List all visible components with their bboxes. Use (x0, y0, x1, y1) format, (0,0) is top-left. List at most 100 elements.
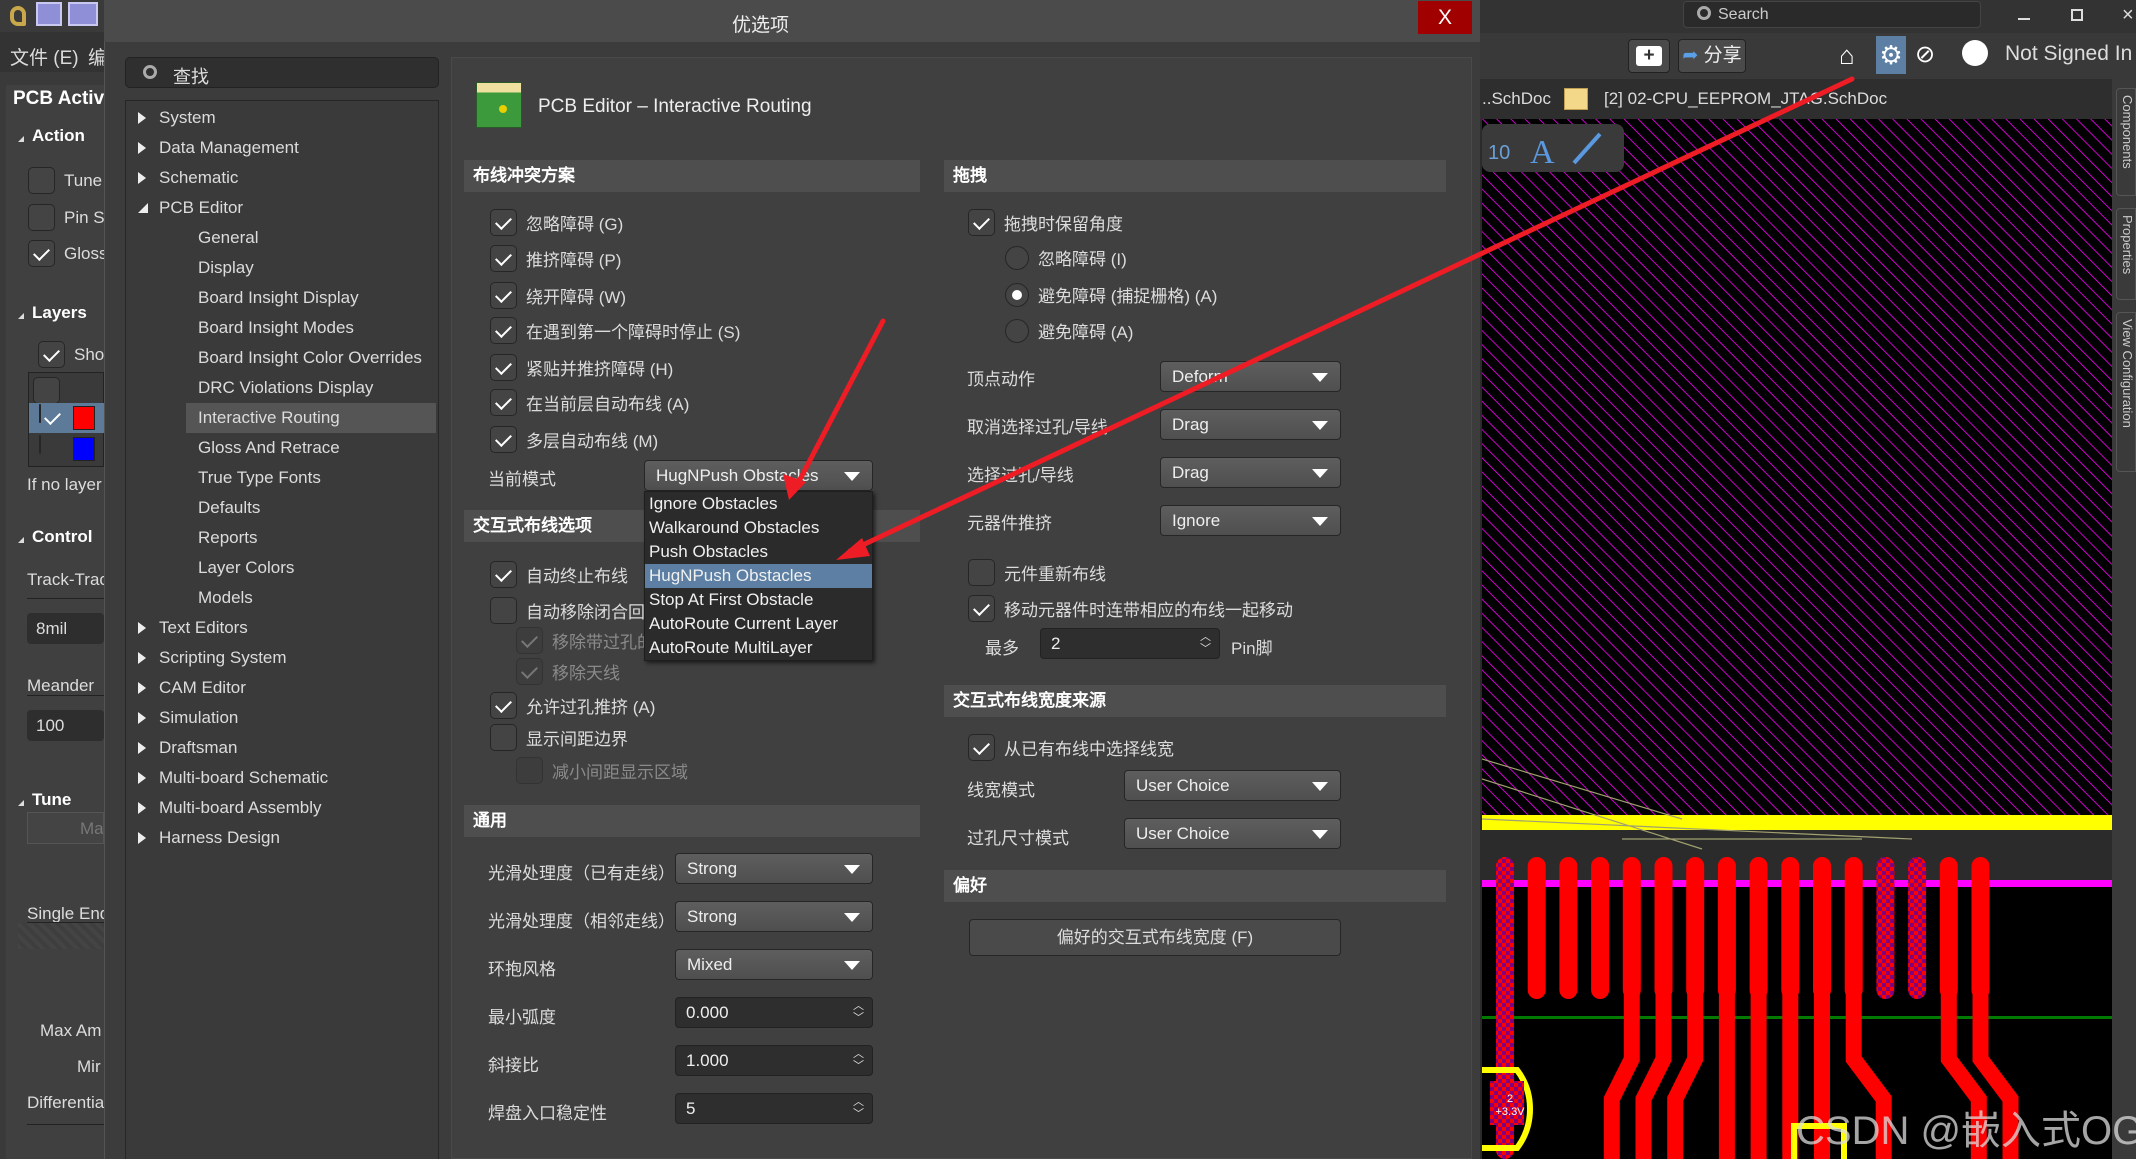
add-comment-button[interactable]: + (1628, 39, 1670, 73)
tree-item[interactable]: Board Insight Modes (186, 313, 436, 343)
save-icon[interactable] (36, 2, 62, 26)
restore-button[interactable] (2071, 9, 2083, 21)
smd-pad[interactable] (1749, 857, 1768, 999)
tree-item[interactable]: Draftsman (126, 733, 438, 763)
radio[interactable] (1005, 318, 1029, 343)
checkbox[interactable] (516, 757, 543, 784)
mode-option[interactable]: AutoRoute MultiLayer (645, 636, 872, 660)
checkbox[interactable] (490, 282, 517, 309)
section-tune[interactable]: Tune (32, 790, 71, 810)
expand-icon[interactable] (138, 832, 146, 844)
checkbox[interactable] (490, 426, 517, 453)
checkbox[interactable] (490, 692, 517, 719)
expand-icon[interactable] (138, 712, 146, 724)
tree-item[interactable]: Multi-board Schematic (126, 763, 438, 793)
conflict-option-checkbox[interactable]: 忽略障碍 (G) (490, 209, 623, 236)
checkbox[interactable] (28, 204, 55, 231)
tree-item[interactable]: Multi-board Assembly (126, 793, 438, 823)
mode-option[interactable]: Push Obstacles (645, 540, 872, 564)
tree-item[interactable]: Models (186, 583, 436, 613)
collapse-icon[interactable] (18, 136, 24, 142)
min-arc-spinner[interactable]: 0.000 ︿ ﹀ (675, 997, 873, 1028)
width-mode-dropdown[interactable]: User Choice (1124, 770, 1341, 801)
user-status[interactable]: Not Signed In (2005, 42, 2132, 66)
expand-icon[interactable] (138, 112, 146, 124)
favorite-widths-button[interactable]: 偏好的交互式布线宽度 (F) (969, 919, 1341, 956)
spinner-arrows-icon[interactable]: ︿ ﹀ (853, 1048, 864, 1072)
spinner-arrows-icon[interactable]: ︿ ﹀ (853, 1000, 864, 1024)
smooth-existing-dropdown[interactable]: Strong (675, 853, 873, 884)
via-mode-dropdown[interactable]: User Choice (1124, 818, 1341, 849)
doc-tab[interactable]: [2] 02-CPU_EEPROM_JTAG.SchDoc (1604, 89, 1887, 109)
checkbox[interactable] (490, 561, 517, 588)
pad-entry-spinner[interactable]: 5 ︿ ﹀ (675, 1093, 873, 1124)
pcb-canvas[interactable]: 10 A 2 +3.3V (1482, 119, 2112, 1159)
smd-pad[interactable] (1717, 857, 1736, 999)
eye-slash-icon[interactable]: ⊘ (1915, 40, 1935, 69)
doc-tab[interactable]: ..SchDoc (1482, 89, 1551, 109)
tree-item[interactable]: System (126, 103, 438, 133)
checkbox[interactable] (490, 354, 517, 381)
user-icon[interactable] (1962, 40, 1988, 66)
smd-pad[interactable] (1844, 857, 1863, 999)
checkbox[interactable] (516, 658, 543, 685)
hug-style-dropdown[interactable]: Mixed (675, 949, 873, 980)
dialog-titlebar[interactable] (104, 0, 1480, 42)
drag-radio[interactable]: 避免障碍 (A) (1005, 318, 1133, 343)
checkbox[interactable] (490, 245, 517, 272)
checkbox[interactable] (490, 597, 517, 624)
expand-icon[interactable] (138, 772, 146, 784)
menu-edit[interactable]: 编 (88, 43, 104, 70)
section-control[interactable]: Control (32, 527, 92, 547)
remove-antennas-checkbox[interactable]: 移除天线 (516, 658, 620, 685)
tree-item[interactable]: Data Management (126, 133, 438, 163)
expand-icon[interactable] (138, 802, 146, 814)
unselected-dropdown[interactable]: Drag (1160, 409, 1341, 440)
floating-toolbar[interactable]: 10 A (1482, 124, 1624, 172)
conflict-option-checkbox[interactable]: 多层自动布线 (M) (490, 426, 658, 453)
show-clearance-checkbox[interactable]: 显示间距边界 (490, 724, 628, 751)
section-layers[interactable]: Layers (32, 303, 87, 323)
reduce-clearance-checkbox[interactable]: 减小间距显示区域 (516, 757, 688, 784)
settings-button[interactable]: ⚙ (1876, 36, 1906, 74)
radio[interactable] (1005, 245, 1029, 270)
spinner-arrows-icon[interactable]: ︿ ﹀ (1200, 631, 1211, 655)
smd-pad[interactable] (1559, 857, 1578, 999)
checkbox[interactable] (490, 317, 517, 344)
checkbox[interactable] (490, 209, 517, 236)
tree-item[interactable]: CAM Editor (126, 673, 438, 703)
collapse-icon[interactable] (18, 800, 24, 806)
smooth-adjacent-dropdown[interactable]: Strong (675, 901, 873, 932)
smd-pad[interactable] (1527, 857, 1546, 999)
selected-dropdown[interactable]: Drag (1160, 457, 1341, 488)
radio[interactable] (1005, 282, 1029, 307)
dock-tab-components[interactable]: Components (2116, 88, 2136, 196)
conflict-option-checkbox[interactable]: 绕开障碍 (W) (490, 282, 626, 309)
dialog-close-button[interactable]: X (1418, 1, 1472, 34)
action-item[interactable]: Gloss (28, 240, 114, 267)
expand-icon[interactable] (138, 682, 146, 694)
tree-item[interactable]: Gloss And Retrace (186, 433, 436, 463)
drag-radio[interactable]: 避免障碍 (捕捉栅格) (A) (1005, 282, 1217, 307)
checkbox[interactable] (968, 559, 995, 586)
tree-item[interactable]: Reports (186, 523, 436, 553)
tree-item[interactable]: Interactive Routing (186, 403, 436, 433)
spinner-arrows-icon[interactable]: ︿ ﹀ (853, 1096, 864, 1120)
dialog-search-input[interactable]: 查找 (125, 57, 439, 88)
minimize-button[interactable] (2018, 18, 2030, 20)
checkbox[interactable] (490, 389, 517, 416)
checkbox[interactable] (28, 240, 55, 267)
smd-pad[interactable] (1876, 857, 1895, 999)
share-button[interactable]: ➦ 分享 (1678, 39, 1746, 73)
smd-pad[interactable] (1813, 857, 1831, 999)
mode-option[interactable]: AutoRoute Current Layer (645, 612, 872, 636)
save-all-icon[interactable] (68, 2, 98, 26)
component-push-dropdown[interactable]: Ignore (1160, 505, 1341, 536)
tree-item[interactable]: General (186, 223, 436, 253)
tree-item[interactable]: Schematic (126, 163, 438, 193)
checkbox[interactable] (968, 209, 995, 236)
conflict-option-checkbox[interactable]: 在当前层自动布线 (A) (490, 389, 689, 416)
drag-radio[interactable]: 忽略障碍 (I) (1005, 245, 1127, 270)
checkbox[interactable] (968, 734, 995, 761)
app-close-button[interactable]: × (2122, 4, 2134, 27)
